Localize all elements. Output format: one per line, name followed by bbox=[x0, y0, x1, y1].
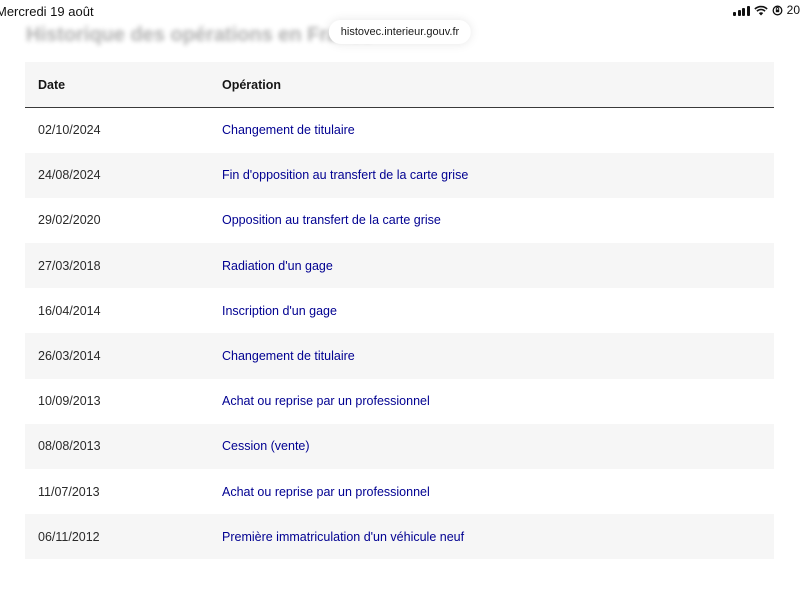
page-title: Historique des opérations en France bbox=[26, 24, 373, 46]
operation-date: 26/03/2014 bbox=[38, 349, 101, 364]
operation-date: 27/03/2018 bbox=[38, 258, 101, 273]
url-bar[interactable]: histovec.interieur.gouv.fr bbox=[328, 20, 472, 44]
screen: Mercredi 19 août 20 histovec.interieur.g… bbox=[0, 0, 800, 600]
operations-history-table: Date Opération 02/10/2024 Changement de t… bbox=[25, 62, 774, 560]
operation-label: Changement de titulaire bbox=[222, 349, 355, 364]
operation-date: 06/11/2012 bbox=[38, 529, 100, 544]
column-header-operation: Opération bbox=[222, 62, 774, 108]
status-time: Mercredi 19 août bbox=[0, 4, 94, 19]
wifi-icon bbox=[753, 5, 768, 16]
operation-date: 24/08/2024 bbox=[38, 168, 101, 183]
operation-label: Radiation d'un gage bbox=[222, 258, 333, 273]
table-header-row: Date Opération bbox=[25, 62, 774, 108]
table-row: 26/03/2014 Changement de titulaire bbox=[25, 333, 774, 379]
operation-label: Opposition au transfert de la carte gris… bbox=[222, 213, 441, 228]
column-header-date: Date bbox=[25, 62, 222, 108]
operation-date: 29/02/2020 bbox=[38, 213, 101, 228]
table-row: 16/04/2014 Inscription d'un gage bbox=[25, 288, 774, 334]
table-row: 24/08/2024 Fin d'opposition au transfert … bbox=[25, 152, 774, 198]
cellular-signal-icon bbox=[733, 5, 750, 16]
table-row: 27/03/2018 Radiation d'un gage bbox=[25, 243, 774, 289]
table-row: 11/07/2013 Achat ou reprise par un profes… bbox=[25, 469, 774, 515]
table-row: 08/08/2013 Cession (vente) bbox=[25, 423, 774, 469]
operations-table-container: Date Opération 02/10/2024 Changement de t… bbox=[25, 62, 774, 560]
operation-label: Inscription d'un gage bbox=[222, 303, 337, 318]
table-row: 02/10/2024 Changement de titulaire bbox=[25, 107, 774, 153]
orientation-lock-icon bbox=[772, 5, 783, 16]
operation-date: 16/04/2014 bbox=[38, 303, 101, 318]
table-row: 29/02/2020 Opposition au transfert de la … bbox=[25, 197, 774, 244]
table-body: 02/10/2024 Changement de titulaire 24/08/2… bbox=[25, 107, 774, 560]
operation-date: 08/08/2013 bbox=[38, 439, 101, 454]
table-row: 10/09/2013 Achat ou reprise par un profes… bbox=[25, 378, 774, 424]
operation-label: Cession (vente) bbox=[222, 439, 310, 454]
operation-date: 02/10/2024 bbox=[38, 123, 101, 138]
operation-label: Changement de titulaire bbox=[222, 123, 355, 138]
table-row: 06/11/2012 Première immatriculation d'un … bbox=[25, 514, 774, 560]
operation-label: Achat ou reprise par un professionnel bbox=[222, 484, 430, 499]
operation-label: Achat ou reprise par un professionnel bbox=[222, 394, 430, 409]
operation-label: Première immatriculation d'un véhicule n… bbox=[222, 529, 465, 544]
operation-label: Fin d'opposition au transfert de la cart… bbox=[222, 168, 469, 183]
operation-date: 11/07/2013 bbox=[38, 484, 100, 499]
operation-date: 10/09/2013 bbox=[38, 394, 101, 409]
battery-percentage: 20 bbox=[786, 3, 800, 17]
status-indicators: 20 bbox=[733, 3, 800, 17]
